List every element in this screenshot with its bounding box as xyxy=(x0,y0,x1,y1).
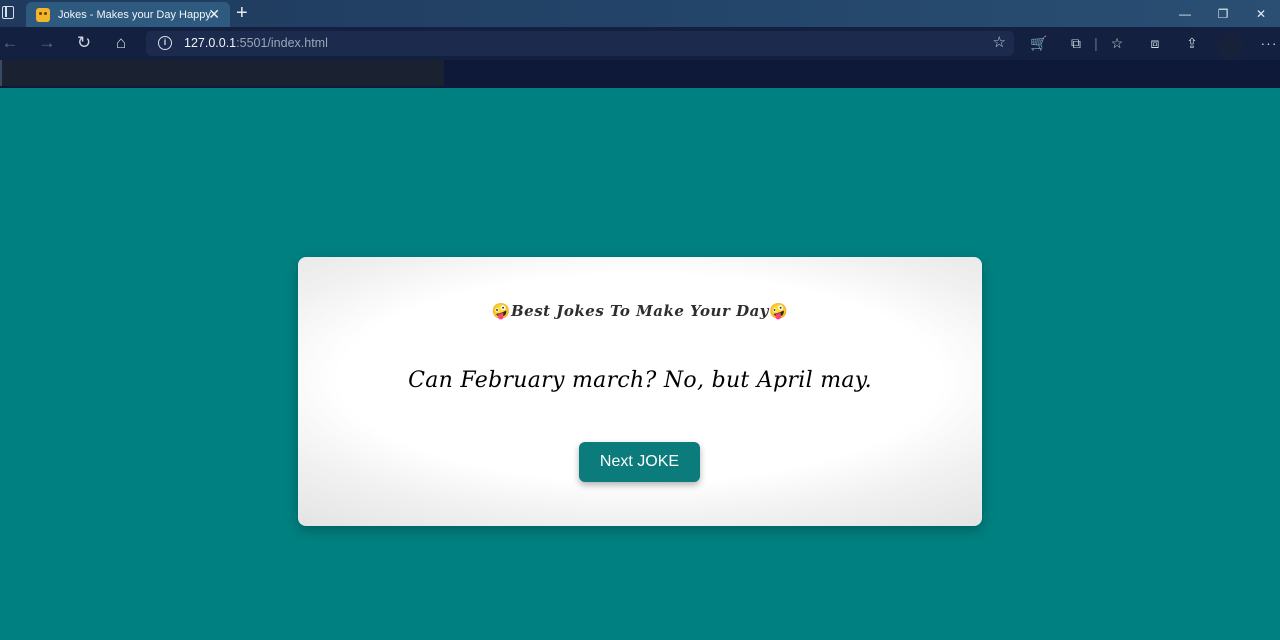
joke-card: 🤪Best Jokes To Make Your Day🤪 Can Februa… xyxy=(298,257,982,526)
url-field[interactable]: i 127.0.0.1:5501/index.html ☆ xyxy=(146,31,1014,56)
share-icon[interactable]: ⇪ xyxy=(1182,33,1202,53)
url-host: 127.0.0.1 xyxy=(184,36,237,50)
url-text[interactable]: 127.0.0.1:5501/index.html xyxy=(184,36,328,50)
favorites-bar-strip xyxy=(0,60,444,86)
maximize-button[interactable]: ❐ xyxy=(1204,0,1242,27)
tab-close-icon[interactable]: ✕ xyxy=(208,6,220,22)
collections-icon[interactable]: ⧈ xyxy=(1145,33,1165,53)
tab-actions-icon[interactable] xyxy=(2,6,14,19)
favorites-bar xyxy=(0,60,1280,88)
tab-title: Jokes - Makes your Day Happy xyxy=(58,8,211,21)
new-tab-icon[interactable]: + xyxy=(236,2,248,24)
card-heading: 🤪Best Jokes To Make Your Day🤪 xyxy=(298,302,982,320)
zany-face-icon: 🤪 xyxy=(769,302,789,320)
back-icon[interactable]: ← xyxy=(0,33,20,53)
minimize-button[interactable]: — xyxy=(1166,0,1204,27)
more-icon[interactable]: ··· xyxy=(1259,33,1279,53)
reload-icon[interactable]: ↻ xyxy=(74,33,94,53)
browser-tab[interactable]: Jokes - Makes your Day Happy ✕ xyxy=(26,2,230,27)
extensions-icon[interactable]: ⧉ xyxy=(1066,33,1086,53)
site-info-icon[interactable]: i xyxy=(158,36,172,50)
joke-text: Can February march? No, but April may. xyxy=(408,368,872,393)
favorites-icon[interactable]: ☆ xyxy=(1107,33,1127,53)
window-controls: — ❐ ✕ xyxy=(1166,0,1280,27)
add-favorite-icon[interactable]: ☆ xyxy=(993,34,1006,52)
forward-icon[interactable]: → xyxy=(37,33,57,53)
page-body: 🤪Best Jokes To Make Your Day🤪 Can Februa… xyxy=(0,88,1280,640)
toolbar-divider: | xyxy=(1094,35,1098,51)
shopping-icon[interactable]: 🛒 xyxy=(1029,33,1049,53)
heading-text: Best Jokes To Make Your Day xyxy=(510,302,770,320)
address-bar: ← → ↻ ⌂ i 127.0.0.1:5501/index.html ☆ 🛒 … xyxy=(0,27,1280,60)
favicon-icon xyxy=(36,7,50,22)
url-path: :5501/index.html xyxy=(236,36,328,50)
next-joke-button[interactable]: Next JOKE xyxy=(579,442,700,482)
profile-avatar[interactable] xyxy=(1217,32,1243,58)
zany-face-icon: 🤪 xyxy=(491,302,511,320)
tab-strip: Jokes - Makes your Day Happy ✕ + — ❐ ✕ xyxy=(0,0,1280,27)
home-icon[interactable]: ⌂ xyxy=(111,33,131,53)
close-window-button[interactable]: ✕ xyxy=(1242,0,1280,27)
